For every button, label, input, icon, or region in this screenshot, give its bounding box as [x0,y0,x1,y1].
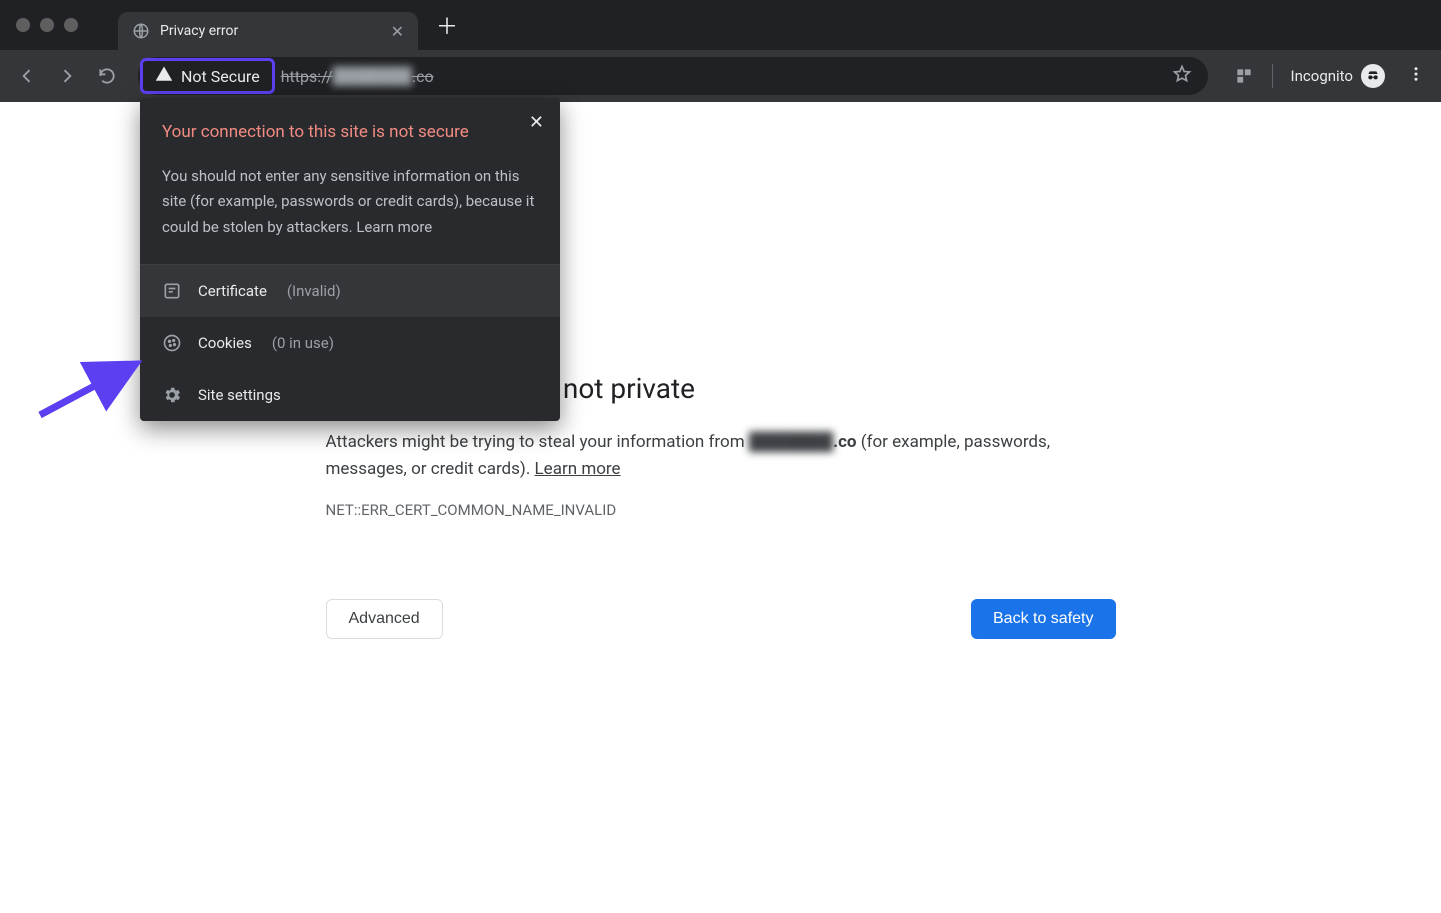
toolbar: Not Secure https://███████.co Incognito [0,50,1441,102]
new-tab-button[interactable]: ＋ [436,9,458,41]
row-label: Cookies [198,334,252,352]
row-meta: (0 in use) [272,334,334,352]
row-label: Site settings [198,386,281,404]
warning-icon [155,65,173,87]
button-row: Advanced Back to safety [326,599,1116,639]
tab-title: Privacy error [160,23,381,39]
forward-button[interactable] [52,61,82,91]
incognito-indicator[interactable]: Incognito [1291,64,1385,88]
incognito-label: Incognito [1291,67,1353,85]
separator [1272,64,1273,88]
cookies-row[interactable]: Cookies (0 in use) [140,317,560,369]
toolbar-right: Incognito [1234,64,1429,88]
gear-icon [162,385,182,405]
learn-more-link[interactable]: Learn more [535,459,621,479]
security-chip[interactable]: Not Secure [140,58,275,94]
extension-icon[interactable] [1234,66,1254,86]
popover-body: You should not enter any sensitive infor… [162,164,538,241]
url-host-obscured: ███████ [333,66,412,86]
window-minimize-button[interactable] [40,18,54,32]
url-text: https://███████.co [281,66,434,86]
advanced-button[interactable]: Advanced [326,599,443,639]
popover-learn-more-link[interactable]: Learn more [356,218,432,236]
window-zoom-button[interactable] [64,18,78,32]
back-to-safety-button[interactable]: Back to safety [971,599,1116,639]
window-close-button[interactable] [16,18,30,32]
url-scheme: https:// [281,67,333,86]
globe-icon [132,22,150,40]
omnibox[interactable]: Not Secure https://███████.co [138,57,1208,95]
security-label: Not Secure [181,67,260,86]
browser-tab[interactable]: Privacy error ✕ [118,12,418,50]
page-body: Attackers might be trying to steal your … [326,429,1116,483]
incognito-icon [1361,64,1385,88]
reload-button[interactable] [92,61,122,91]
row-meta: (Invalid) [287,282,341,300]
tab-strip: Privacy error ✕ ＋ [0,0,1441,50]
browser-menu-button[interactable] [1403,65,1429,87]
site-info-popover: ✕ Your connection to this site is not se… [140,98,560,421]
certificate-row[interactable]: Certificate (Invalid) [140,265,560,317]
cookie-icon [162,333,182,353]
popover-close-button[interactable]: ✕ [529,112,544,133]
back-button[interactable] [12,61,42,91]
error-code: NET::ERR_CERT_COMMON_NAME_INVALID [326,501,1116,519]
tab-close-button[interactable]: ✕ [391,22,404,41]
popover-title: Your connection to this site is not secu… [162,120,538,146]
row-label: Certificate [198,282,267,300]
site-settings-row[interactable]: Site settings [140,369,560,421]
certificate-icon [162,281,182,301]
bookmark-star-button[interactable] [1162,64,1202,88]
window-controls [16,18,78,32]
url-tld: .co [412,67,434,86]
